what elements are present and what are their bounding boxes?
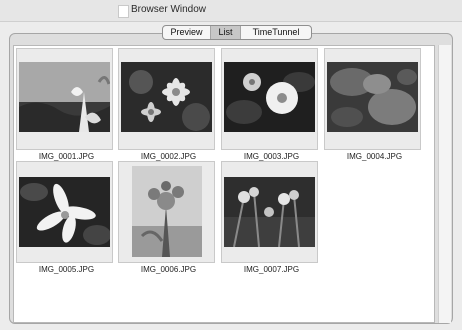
photo-thumbnail-icon[interactable] (224, 177, 315, 247)
file-name-label: IMG_0006.JPG (140, 265, 197, 274)
photo-thumbnail-icon[interactable] (132, 166, 202, 257)
photo-thumbnail-icon[interactable] (121, 62, 212, 132)
window-title: Browser Window (131, 4, 207, 15)
vertical-scrollbar[interactable] (438, 45, 451, 323)
file-name-label: IMG_0005.JPG (38, 265, 95, 274)
file-name-label: IMG_0007.JPG (243, 265, 300, 274)
view-switcher: Preview List TimeTunnel (162, 25, 312, 40)
tab-preview[interactable]: Preview (163, 26, 211, 39)
browser-window: Browser Window Preview List TimeTunnel I… (0, 0, 462, 330)
file-name-label: IMG_0003.JPG (243, 152, 300, 161)
photo-thumbnail-icon[interactable] (327, 62, 418, 132)
file-name-label: IMG_0001.JPG (38, 152, 95, 161)
title-bar[interactable]: Browser Window (0, 0, 462, 22)
document-icon (118, 5, 129, 18)
photo-thumbnail-icon[interactable] (19, 62, 110, 132)
file-name-label: IMG_0002.JPG (140, 152, 197, 161)
photo-thumbnail-icon[interactable] (19, 177, 110, 247)
photo-thumbnail-icon[interactable] (224, 62, 315, 132)
tab-timetunnel[interactable]: TimeTunnel (241, 26, 311, 39)
file-name-label: IMG_0004.JPG (346, 152, 403, 161)
tab-list[interactable]: List (211, 26, 241, 39)
